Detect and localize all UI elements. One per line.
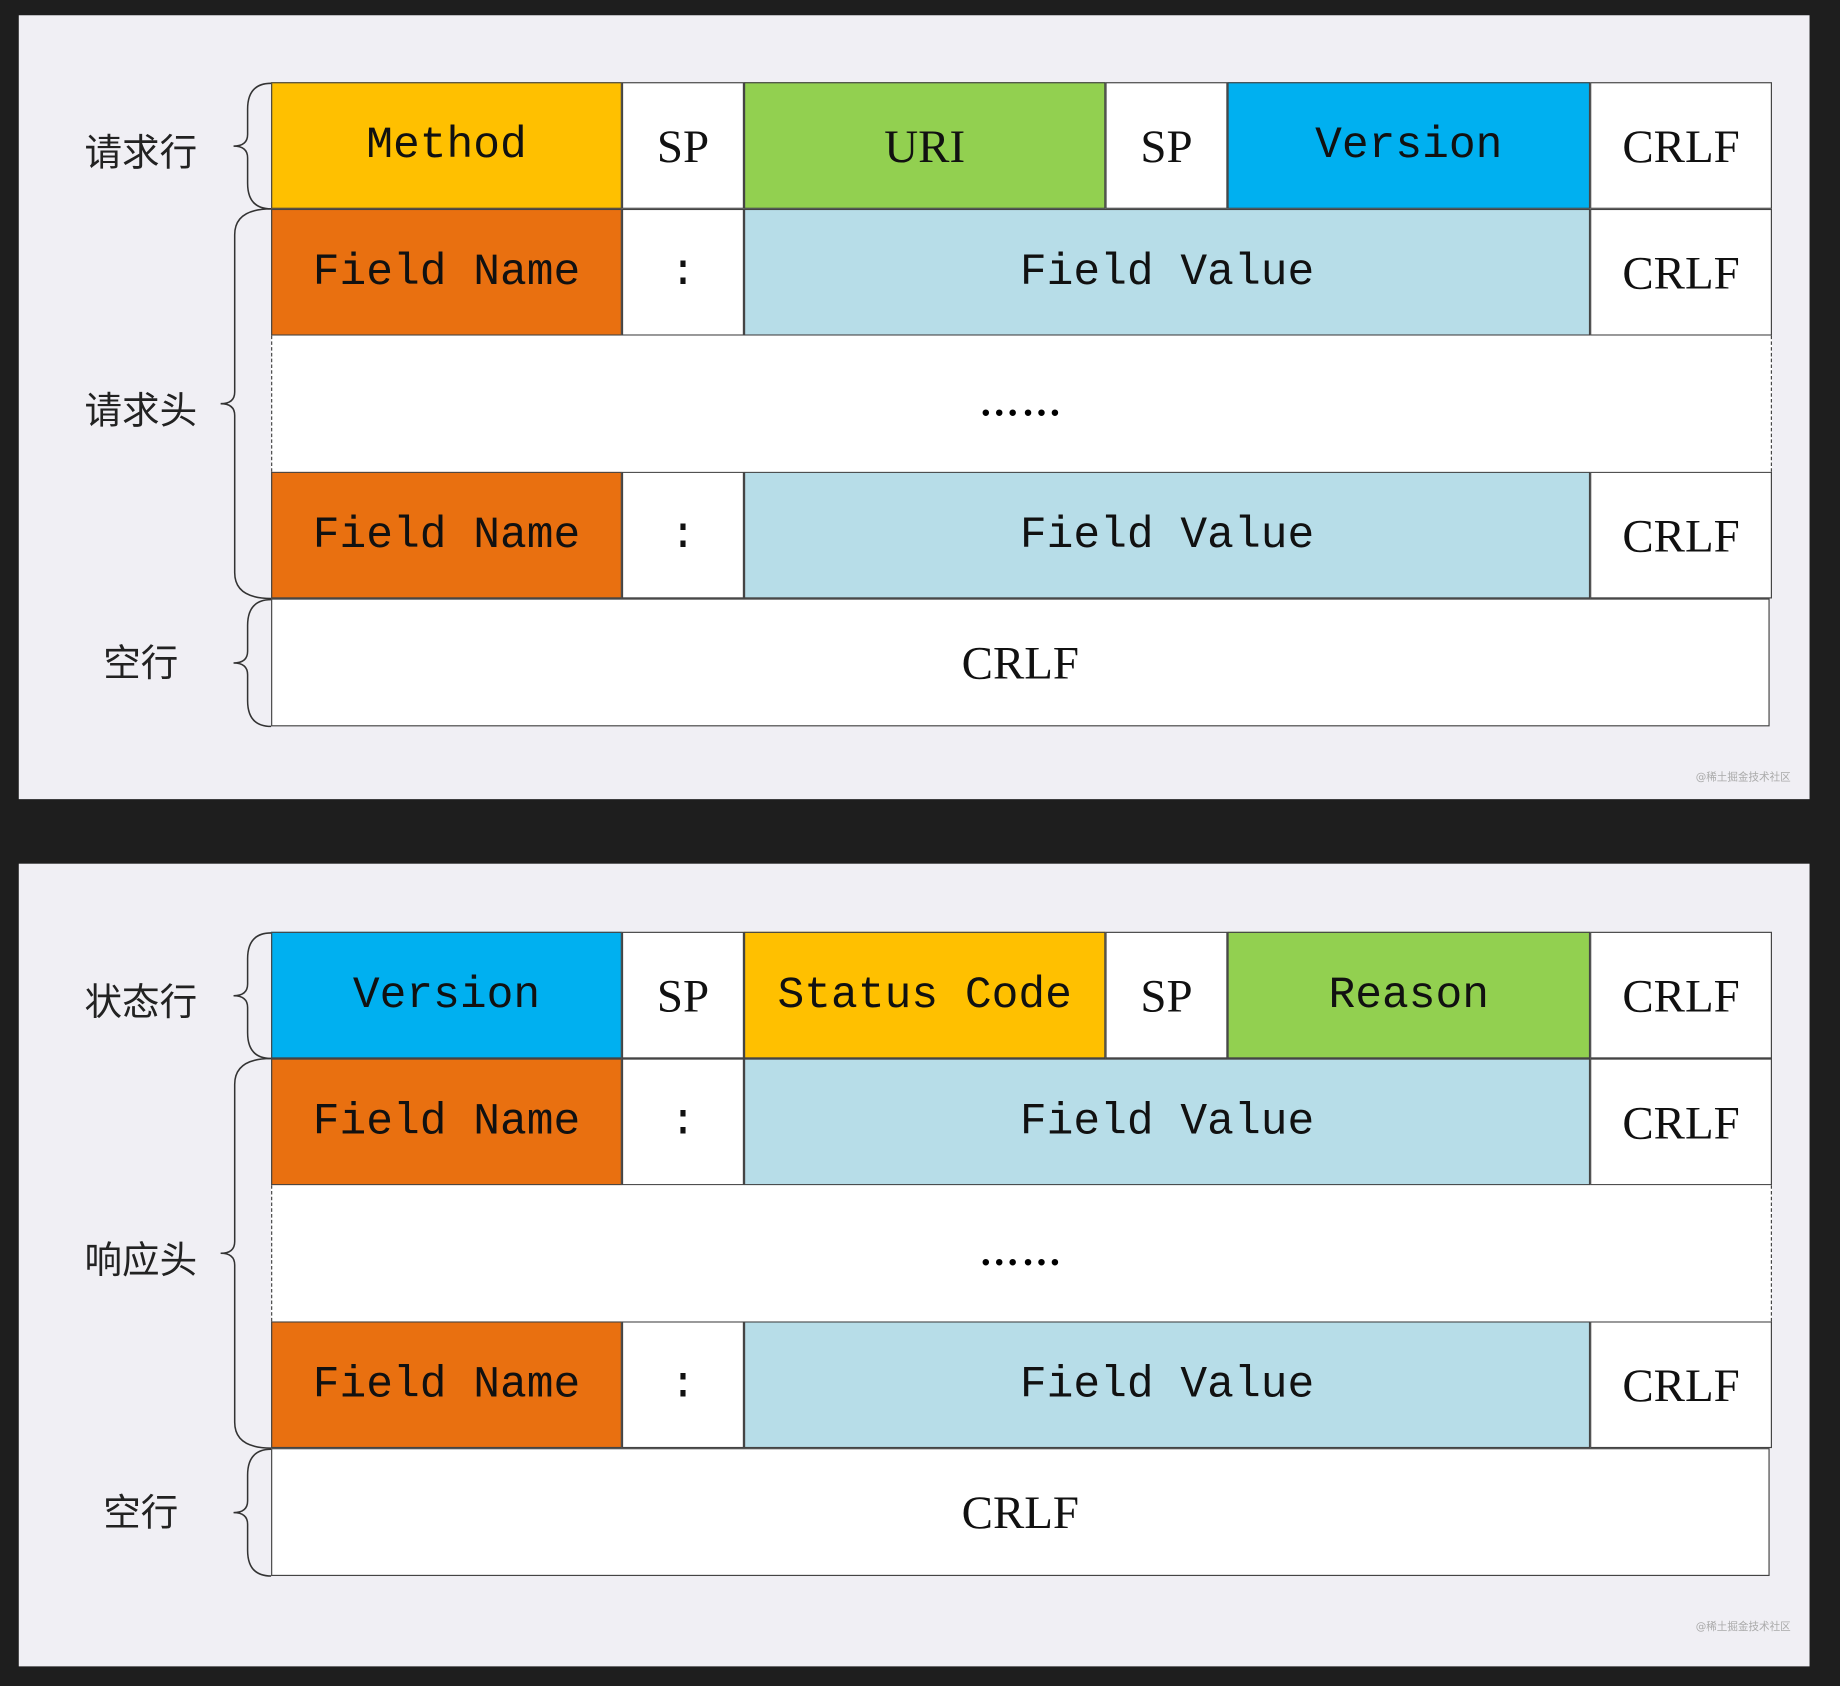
- header-crlf: CRLF: [1590, 1058, 1772, 1186]
- header-colon: :: [621, 208, 744, 336]
- status-start-line-cell-version: Version: [271, 931, 622, 1059]
- request-start-line-cell-crlf: CRLF: [1590, 82, 1772, 209]
- header-field-name: Field Name: [271, 1321, 622, 1449]
- label-request-line: 请求行: [84, 130, 198, 175]
- diagram-stage: Method SP URI SP Version CRLF Field Name: Field…: [0, 0, 1840, 1686]
- label-blank-line: 空行: [103, 1490, 179, 1535]
- status-start-line-cell-sp: SP: [621, 931, 744, 1059]
- watermark: @稀土掘金技术社区: [1695, 772, 1791, 784]
- header-field-name: Field Name: [271, 208, 622, 336]
- header-colon: :: [621, 471, 744, 599]
- header-field-value: Field Value: [743, 1058, 1591, 1186]
- request-start-line-cell-uri: URI: [743, 82, 1106, 209]
- header-field-name: Field Name: [271, 471, 622, 599]
- header-ellipsis: ……: [271, 1185, 1772, 1322]
- request-start-line-cell-method: Method: [271, 82, 622, 209]
- label-request-headers: 请求头: [84, 388, 198, 434]
- blank-line-brace-icon: [233, 1448, 272, 1577]
- blank-line-crlf: CRLF: [271, 1448, 1770, 1577]
- status-start-line-cell-crlf: CRLF: [1590, 931, 1772, 1059]
- header-crlf: CRLF: [1590, 1321, 1772, 1449]
- header-colon: :: [621, 1058, 744, 1186]
- header-field-value: Field Value: [743, 1321, 1591, 1449]
- header-field-value: Field Value: [743, 208, 1591, 336]
- header-colon: :: [621, 1321, 744, 1449]
- request-start-line-cell-sp: SP: [1105, 82, 1228, 209]
- request-start-line-cell-version: Version: [1227, 82, 1591, 209]
- label-status-headers: 响应头: [84, 1238, 198, 1283]
- header-field-value: Field Value: [743, 471, 1591, 599]
- header-ellipsis: ……: [271, 335, 1772, 472]
- status-start-line-cell-status-code: Status Code: [743, 931, 1106, 1059]
- header-crlf: CRLF: [1590, 471, 1772, 599]
- blank-line-crlf: CRLF: [271, 598, 1770, 727]
- header-field-name: Field Name: [271, 1058, 622, 1186]
- watermark: @稀土掘金技术社区: [1695, 1621, 1791, 1634]
- header-crlf: CRLF: [1590, 208, 1772, 336]
- status-start-line-cell-sp: SP: [1105, 931, 1228, 1059]
- label-blank-line: 空行: [103, 640, 179, 686]
- request-start-line-cell-sp: SP: [621, 82, 744, 209]
- label-status-line: 状态行: [84, 979, 198, 1025]
- status-start-line-cell-reason: Reason: [1227, 931, 1591, 1059]
